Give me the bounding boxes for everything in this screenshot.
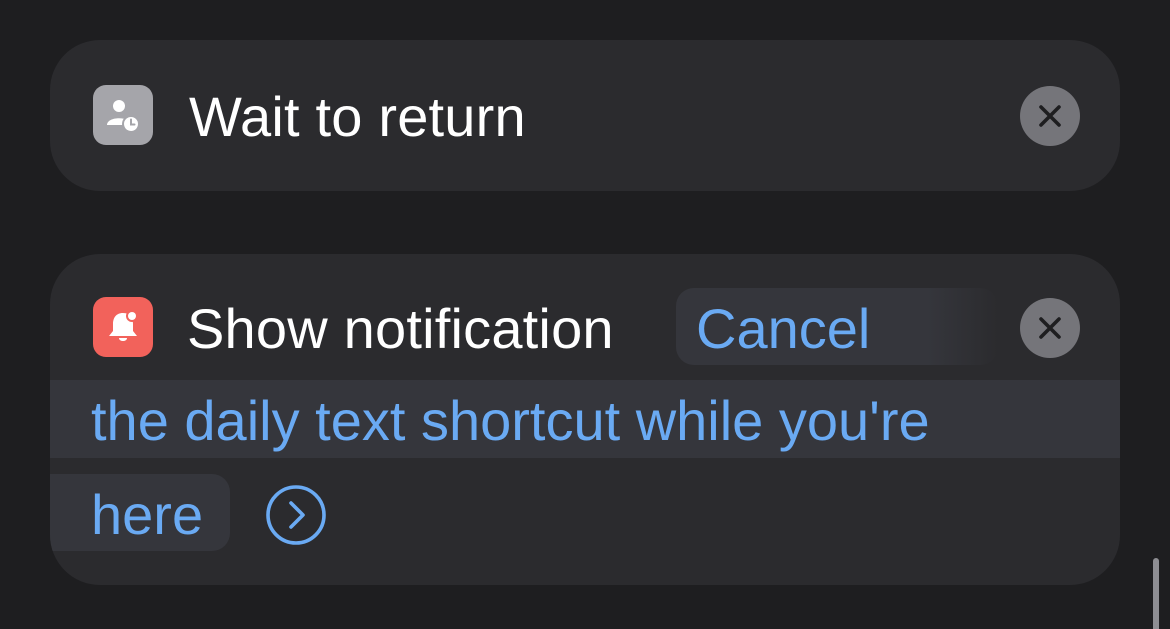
bell-badge-icon [93,297,153,357]
chevron-right-circle-icon [266,485,326,545]
person-clock-icon [93,85,153,145]
close-icon [1039,317,1061,339]
message-text: Cancel [696,297,871,360]
vertical-scrollbar[interactable] [1153,558,1159,629]
action-title: Wait to return [189,85,526,148]
message-text: the daily text shortcut while you're [91,389,930,452]
remove-action-button[interactable] [1020,298,1080,358]
action-card-wait-to-return[interactable]: Wait to return [50,40,1120,191]
action-title: Show notification [187,297,614,360]
notification-message-field[interactable]: Cancel [676,288,998,365]
expand-options-button[interactable] [266,485,326,545]
notification-message-field-line[interactable]: the daily text shortcut while you're [50,380,1120,458]
shortcut-editor: Wait to return Show notification Cancel … [0,0,1170,629]
remove-action-button[interactable] [1020,86,1080,146]
close-icon [1039,105,1061,127]
message-text: here [91,483,204,546]
notification-message-field-end[interactable]: here [50,474,230,551]
action-card-show-notification[interactable]: Show notification Cancel the daily text … [50,254,1120,585]
